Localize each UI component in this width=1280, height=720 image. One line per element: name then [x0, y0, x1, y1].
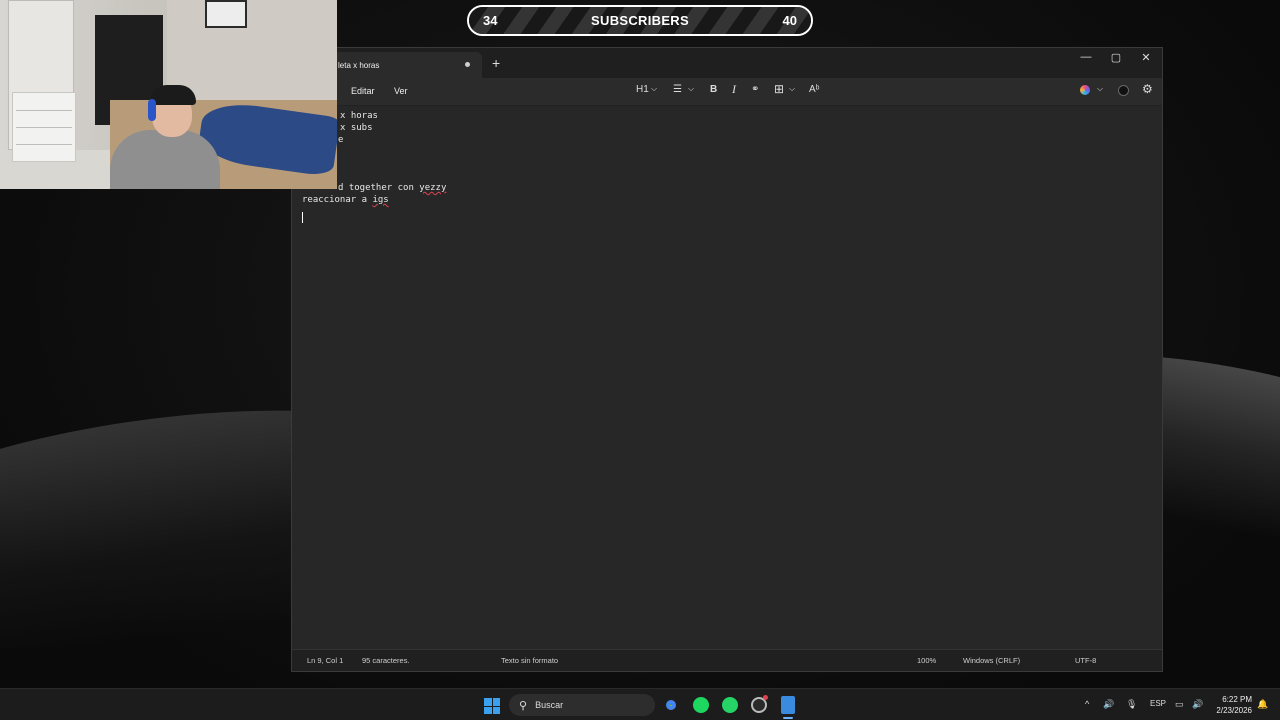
chevron-down-icon[interactable]: ⌵: [789, 84, 795, 94]
copilot-icon[interactable]: [1080, 85, 1090, 95]
zoom-level[interactable]: 100%: [917, 656, 936, 665]
dresser-drawer: [16, 144, 72, 145]
headset-icon: [148, 99, 156, 121]
webcam-picture-frame: [205, 0, 247, 28]
chevron-down-icon[interactable]: ⌵: [651, 84, 657, 94]
notepad-window: leta x horas + — ▢ ✕ Editar Ver H1 ⌵ ☰ ⌵…: [291, 47, 1163, 672]
chevron-down-icon[interactable]: ⌵: [1097, 84, 1103, 94]
tab-title: leta x horas: [338, 60, 380, 70]
volume-icon[interactable]: 🔊: [1103, 699, 1114, 710]
editor-line-text: reaccionar a: [302, 195, 373, 205]
unsaved-dot-icon[interactable]: [465, 62, 470, 67]
subscriber-goal-bar: 34 SUBSCRIBERS 40: [467, 5, 813, 36]
editor-line-text: d together con: [338, 183, 420, 193]
webcam-dresser: [12, 92, 76, 162]
editor-line: x horas: [340, 111, 378, 121]
heading-dropdown[interactable]: H1: [636, 84, 649, 95]
line-ending[interactable]: Windows (CRLF): [963, 656, 1020, 665]
language-indicator[interactable]: ESP: [1150, 699, 1166, 708]
webcam-person: [110, 75, 220, 189]
settings-gear-icon[interactable]: ⚙: [1142, 82, 1153, 96]
subscriber-label: SUBSCRIBERS: [591, 13, 689, 28]
text-editor[interactable]: x horas x subs e d together con yezzy re…: [292, 106, 1162, 649]
search-icon: ⚲: [519, 699, 528, 712]
table-icon[interactable]: ⊞: [774, 82, 784, 96]
editor-line: x subs: [340, 123, 373, 133]
subscriber-count: 34: [483, 13, 498, 28]
menu-bar: Editar Ver H1 ⌵ ☰ ⌵ B I ⚭ ⊞ ⌵ Aᵇ ⌵ ⚙: [292, 78, 1162, 106]
taskbar: ⚲ Buscar ^ 🔊 🎙 ESP ▭ 🔊 6:22 PM 2/23/2026…: [0, 688, 1280, 720]
list-icon[interactable]: ☰: [673, 84, 682, 95]
chevron-down-icon[interactable]: ⌵: [688, 84, 694, 94]
editor-line: d together con yezzy: [338, 183, 446, 193]
spell-error-word[interactable]: igs: [372, 195, 388, 205]
active-app-indicator: [783, 717, 793, 719]
whatsapp-icon[interactable]: [722, 697, 738, 713]
account-icon[interactable]: [1118, 85, 1129, 96]
menu-edit[interactable]: Editar: [351, 86, 375, 96]
spellcheck-icon[interactable]: Aᵇ: [809, 84, 819, 95]
notification-bell-icon[interactable]: 🔔: [1257, 699, 1268, 710]
menu-view[interactable]: Ver: [394, 86, 408, 96]
italic-button[interactable]: I: [732, 82, 736, 97]
windows-start-icon[interactable]: [484, 698, 500, 714]
spell-error-word[interactable]: yezzy: [419, 183, 446, 193]
dresser-drawer: [16, 110, 72, 111]
encoding[interactable]: UTF-8: [1075, 656, 1096, 665]
dresser-drawer: [16, 127, 72, 128]
person-body: [110, 130, 220, 189]
new-tab-button[interactable]: +: [492, 55, 500, 71]
clock-date: 2/23/2026: [1216, 706, 1252, 715]
link-icon[interactable]: ⚭: [751, 84, 759, 95]
close-button[interactable]: ✕: [1131, 51, 1161, 64]
webcam-feed: [0, 0, 337, 189]
spotify-icon[interactable]: [693, 697, 709, 713]
title-bar[interactable]: leta x horas + — ▢ ✕: [292, 48, 1162, 78]
clock-time: 6:22 PM: [1222, 695, 1252, 704]
network-icon[interactable]: ▭: [1175, 699, 1184, 710]
maximize-button[interactable]: ▢: [1101, 51, 1131, 64]
microphone-icon[interactable]: 🎙: [1126, 699, 1137, 710]
format-mode[interactable]: Texto sin formato: [501, 656, 558, 665]
editor-line: reaccionar a igs: [302, 195, 389, 205]
text-cursor: [302, 212, 303, 223]
person-cap: [150, 85, 196, 105]
notepad-icon[interactable]: [781, 696, 795, 714]
search-placeholder: Buscar: [535, 700, 564, 710]
minimize-button[interactable]: —: [1071, 51, 1101, 63]
chrome-icon[interactable]: [663, 697, 679, 713]
notification-badge: [763, 695, 768, 700]
editor-line: e: [338, 135, 344, 145]
char-count: 95 caracteres.: [362, 656, 410, 665]
cursor-position: Ln 9, Col 1: [307, 656, 344, 665]
tray-overflow-icon[interactable]: ^: [1085, 699, 1089, 709]
clock[interactable]: 6:22 PM 2/23/2026: [1216, 694, 1252, 716]
status-bar: Ln 9, Col 1 95 caracteres. Texto sin for…: [292, 649, 1162, 671]
subscriber-goal: 40: [782, 13, 797, 28]
taskbar-search[interactable]: ⚲ Buscar: [509, 694, 655, 716]
speaker-icon[interactable]: 🔊: [1192, 699, 1203, 710]
bold-button[interactable]: B: [710, 84, 717, 95]
